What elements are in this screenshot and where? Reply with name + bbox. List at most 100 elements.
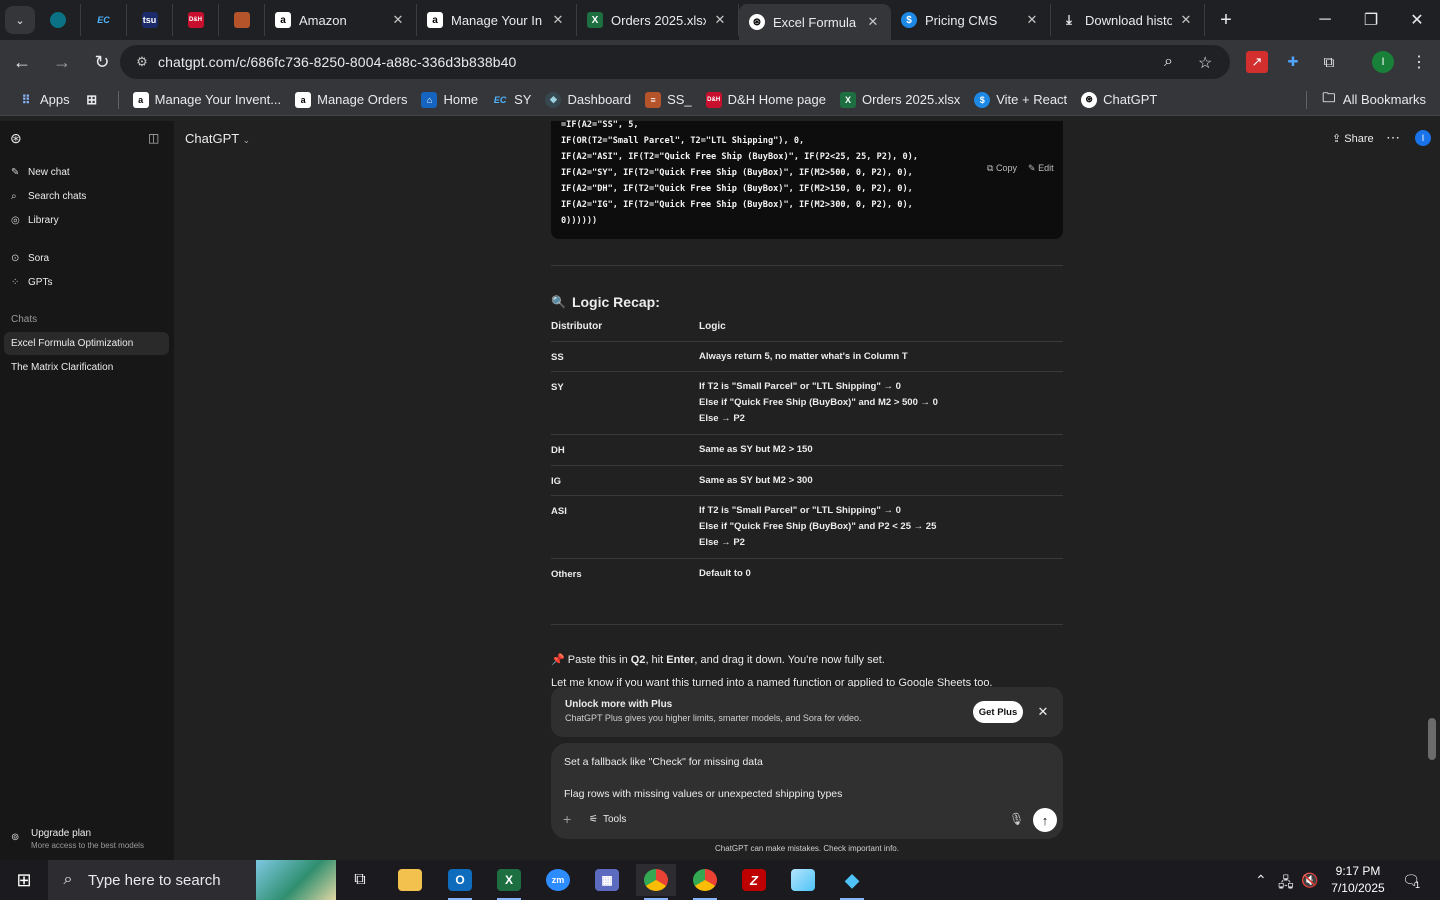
pinned-tab-4[interactable]: D&H xyxy=(173,4,219,36)
upgrade-plan-button[interactable]: ⊚ Upgrade plan More access to the best m… xyxy=(11,828,144,850)
pinned-tab-1[interactable] xyxy=(35,4,81,36)
bookmark-apps[interactable]: ⠿ Apps xyxy=(18,92,70,108)
zoom-app-icon[interactable]: zm xyxy=(538,864,578,896)
code-text[interactable]: =IF(A2="SS", 5, IF(OR(T2="Small Parcel",… xyxy=(561,117,918,229)
new-chat-button[interactable]: ✎ New chat xyxy=(11,167,70,178)
get-plus-button[interactable]: Get Plus xyxy=(973,701,1023,723)
model-selector[interactable]: ChatGPT ⌄ xyxy=(185,131,250,146)
outlook-icon[interactable]: O xyxy=(440,864,480,900)
send-button[interactable]: ↑ xyxy=(1033,808,1057,832)
tab-orders-xlsx[interactable]: X Orders 2025.xlsx ✕ xyxy=(577,4,739,36)
url-text[interactable]: chatgpt.com/c/686fc736-8250-8004-a88c-33… xyxy=(158,54,516,70)
chat-item-matrix[interactable]: The Matrix Clarification xyxy=(4,356,169,379)
browser-menu-icon[interactable]: ⋮ xyxy=(1408,51,1430,73)
pinned-tab-3[interactable]: tsu xyxy=(127,4,173,36)
sidebar-toggle-icon[interactable]: ◫ xyxy=(148,131,159,145)
extensions-icon[interactable]: ⧉ xyxy=(1318,51,1340,73)
address-bar[interactable]: ⚙ chatgpt.com/c/686fc736-8250-8004-a88c-… xyxy=(120,45,1230,79)
bookmark-ss[interactable]: ≡ SS_ xyxy=(645,91,692,108)
tab-manage-inventory[interactable]: a Manage Your In ✕ xyxy=(417,4,577,36)
restore-button[interactable]: ❐ xyxy=(1348,0,1394,40)
back-button[interactable]: ← xyxy=(4,44,40,80)
bookmark-sy[interactable]: EC SY xyxy=(492,92,532,108)
extension-puzzle-blue-icon[interactable]: ✚ xyxy=(1282,51,1304,73)
gpts-button[interactable]: ⁘ GPTs xyxy=(11,277,52,288)
minimize-button[interactable]: ─ xyxy=(1302,0,1348,40)
extension-arrow-icon[interactable]: ↗ xyxy=(1246,51,1268,73)
close-icon[interactable]: ✕ xyxy=(865,14,881,30)
bookmark-home[interactable]: ⌂ Home xyxy=(421,91,478,108)
add-attachment-icon[interactable]: + xyxy=(563,811,571,827)
composer-line[interactable]: Set a fallback like "Check" for missing … xyxy=(564,756,763,768)
show-hidden-icons[interactable]: ⌃ xyxy=(1255,872,1267,889)
search-chats-button[interactable]: ⌕ Search chats xyxy=(11,191,86,202)
message-composer[interactable]: Set a fallback like "Check" for missing … xyxy=(551,743,1063,839)
openai-logo-icon[interactable]: ⊛ xyxy=(10,130,22,147)
tab-pricing-cms[interactable]: $ Pricing CMS ✕ xyxy=(891,4,1051,36)
bookmark-manage-orders[interactable]: a Manage Orders xyxy=(295,91,407,108)
calculator-icon[interactable]: ▦ xyxy=(587,864,627,896)
more-options-icon[interactable]: ⋯ xyxy=(1386,129,1400,146)
profile-avatar[interactable]: I xyxy=(1372,51,1394,73)
close-icon[interactable]: ✕ xyxy=(1033,701,1053,723)
chat-sidebar: ⊛ ◫ ✎ New chat ⌕ Search chats ◎ Library ⊙ So… xyxy=(0,121,174,860)
tab-amazon[interactable]: a Amazon ✕ xyxy=(265,4,417,36)
pinned-tab-2[interactable]: EC xyxy=(81,4,127,36)
task-view-icon[interactable]: ⧉ xyxy=(340,864,380,896)
table-row: SS Always return 5, no matter what's in … xyxy=(551,341,1063,371)
filezilla-icon[interactable]: Z xyxy=(734,864,774,896)
dh-icon: D&H xyxy=(187,12,204,28)
bookmark-chatgpt[interactable]: ⊛ ChatGPT xyxy=(1081,91,1157,108)
chat-item-excel-formula[interactable]: Excel Formula Optimization xyxy=(4,332,169,355)
bookmark-tab-groups[interactable]: ⊞ xyxy=(84,92,106,108)
sora-button[interactable]: ⊙ Sora xyxy=(11,253,49,264)
network-icon[interactable]: 🖧 xyxy=(1278,872,1294,896)
share-button[interactable]: ⇪ Share xyxy=(1332,132,1374,145)
file-explorer-icon[interactable] xyxy=(390,864,430,896)
close-window-button[interactable]: ✕ xyxy=(1394,0,1440,40)
library-button[interactable]: ◎ Library xyxy=(11,215,59,226)
new-tab-button[interactable]: + xyxy=(1211,9,1241,32)
close-icon[interactable]: ✕ xyxy=(1178,12,1194,28)
bookmark-star-icon[interactable]: ☆ xyxy=(1198,53,1212,73)
nav-label: Sora xyxy=(28,253,50,264)
dollar-icon: $ xyxy=(901,12,917,28)
close-icon[interactable]: ✕ xyxy=(390,12,406,28)
copy-code-button[interactable]: ⧉ Copy xyxy=(987,163,1017,174)
chrome-taskbar-icon[interactable] xyxy=(636,864,676,900)
tab-download-history[interactable]: ⤓ Download histo ✕ xyxy=(1051,4,1205,36)
ec-icon: EC xyxy=(97,15,110,25)
pinned-tab-5[interactable] xyxy=(219,4,265,36)
system-clock[interactable]: 9:17 PM 7/10/2025 xyxy=(1320,863,1396,897)
taskbar-search[interactable]: ⌕ Type here to search xyxy=(48,860,336,900)
close-icon[interactable]: ✕ xyxy=(712,12,728,28)
composer-line[interactable]: Flag rows with missing values or unexpec… xyxy=(564,788,842,800)
site-info-icon[interactable]: ⚙ xyxy=(126,54,158,70)
tab-excel-formula[interactable]: ⊛ Excel Formula O ✕ xyxy=(739,4,891,40)
chrome-profile-taskbar-icon[interactable] xyxy=(685,864,725,900)
user-avatar[interactable]: I xyxy=(1415,130,1431,146)
tab-search-button[interactable]: ⌄ xyxy=(5,6,35,34)
dashboard-app-icon[interactable]: ◆ xyxy=(832,864,872,900)
edit-code-button[interactable]: ✎ Edit xyxy=(1028,163,1054,174)
notes-app-icon[interactable] xyxy=(783,864,823,896)
reload-button[interactable]: ↻ xyxy=(84,44,120,80)
all-bookmarks-button[interactable]: 🗀 All Bookmarks xyxy=(1321,90,1426,108)
microphone-icon[interactable]: 🎙 xyxy=(1009,812,1024,826)
bookmark-manage-inventory[interactable]: a Manage Your Invent... xyxy=(132,91,281,108)
close-icon[interactable]: ✕ xyxy=(550,12,566,28)
zoom-icon[interactable]: ⌕ xyxy=(1164,53,1173,71)
excel-taskbar-icon[interactable]: X xyxy=(489,864,529,900)
close-icon[interactable]: ✕ xyxy=(1024,12,1040,28)
windows-start-icon[interactable]: ⊞ xyxy=(0,860,48,900)
notification-center-icon[interactable]: 🗨 1 xyxy=(1400,870,1422,891)
bookmark-vite-react[interactable]: $ Vite + React xyxy=(974,91,1067,108)
table-cell: Default to 0 xyxy=(699,568,751,579)
tools-button[interactable]: ⚟ Tools xyxy=(589,814,626,825)
bookmark-orders-xlsx[interactable]: X Orders 2025.xlsx xyxy=(839,91,960,108)
bookmark-dashboard[interactable]: ◆ Dashboard xyxy=(545,91,631,108)
forward-button[interactable]: → xyxy=(44,44,80,80)
bookmark-dh-home[interactable]: D&H D&H Home page xyxy=(705,91,826,108)
volume-muted-icon[interactable]: 🔇 xyxy=(1301,872,1318,889)
scrollbar-thumb[interactable] xyxy=(1428,718,1436,760)
